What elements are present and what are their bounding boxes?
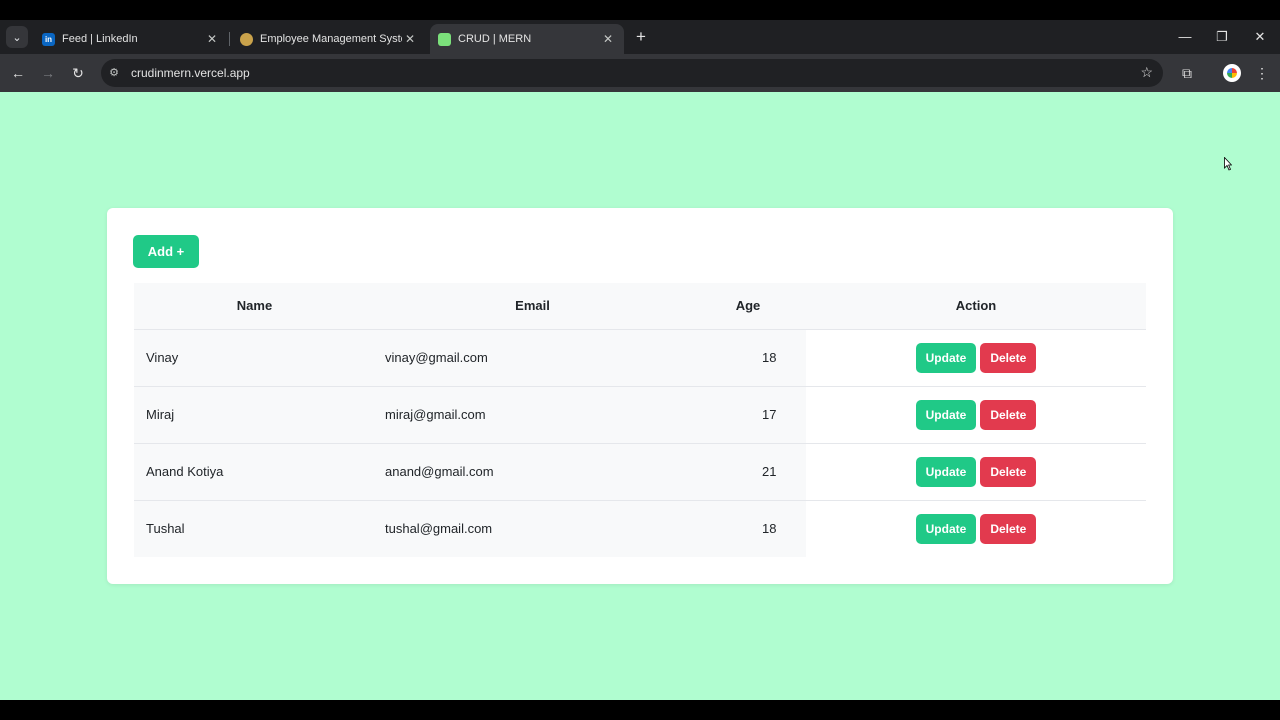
back-arrow-icon[interactable]: ← <box>8 63 28 83</box>
cell-email: miraj@gmail.com <box>375 386 690 444</box>
update-button[interactable]: Update <box>915 342 977 373</box>
cell-action: Update Delete <box>806 500 1146 557</box>
minimize-icon[interactable]: — <box>1175 27 1195 47</box>
green-square-icon <box>438 32 451 46</box>
header-name: Name <box>134 283 375 330</box>
more-menu-icon[interactable]: ⋮ <box>1252 63 1272 83</box>
close-icon[interactable]: ✕ <box>402 32 418 46</box>
window-close-icon[interactable]: ✕ <box>1250 27 1270 47</box>
tab-separator <box>229 32 230 46</box>
add-button[interactable]: Add + <box>133 235 199 268</box>
table-row: Vinay vinay@gmail.com 18 Update Delete <box>134 329 1146 387</box>
cell-name: Tushal <box>134 500 375 557</box>
mouse-cursor-icon <box>1224 157 1232 171</box>
site-settings-icon[interactable]: ⚙ <box>107 66 121 80</box>
users-table: Name Email Age Action Vinay vinay@gmail.… <box>134 283 1146 557</box>
delete-button[interactable]: Delete <box>980 456 1037 487</box>
tab-strip: ⌄ in Feed | LinkedIn ✕ Employee Manageme… <box>0 20 1280 54</box>
forward-arrow-icon[interactable]: → <box>38 63 58 83</box>
url-text: crudinmern.vercel.app <box>131 66 250 80</box>
header-email: Email <box>375 283 690 330</box>
cell-age: 17 <box>690 386 806 444</box>
delete-button[interactable]: Delete <box>980 342 1037 373</box>
cell-name: Miraj <box>134 386 375 444</box>
update-button[interactable]: Update <box>915 399 977 430</box>
delete-button[interactable]: Delete <box>980 513 1037 544</box>
table-row: Tushal tushal@gmail.com 18 Update Delete <box>134 500 1146 557</box>
header-age: Age <box>690 283 806 330</box>
user-icon <box>240 32 253 46</box>
cell-age: 21 <box>690 443 806 501</box>
close-icon[interactable]: ✕ <box>600 32 616 46</box>
cell-age: 18 <box>690 500 806 557</box>
profile-avatar-icon[interactable] <box>1223 64 1241 82</box>
table-row: Miraj miraj@gmail.com 17 Update Delete <box>134 386 1146 444</box>
tab-employee-management[interactable]: Employee Management System ✕ <box>232 24 426 54</box>
update-button[interactable]: Update <box>915 513 977 544</box>
tab-search-icon[interactable]: ⌄ <box>6 26 28 48</box>
reload-icon[interactable]: ↻ <box>68 63 88 83</box>
tab-title: Employee Management System <box>260 33 402 45</box>
new-tab-icon[interactable]: + <box>632 28 650 46</box>
cell-email: anand@gmail.com <box>375 443 690 501</box>
close-icon[interactable]: ✕ <box>204 32 220 46</box>
tab-crud-mern[interactable]: CRUD | MERN ✕ <box>430 24 624 54</box>
cell-email: vinay@gmail.com <box>375 329 690 387</box>
cell-action: Update Delete <box>806 443 1146 501</box>
linkedin-icon: in <box>42 32 55 46</box>
extensions-icon[interactable]: ⧉ <box>1177 63 1197 83</box>
table-row: Anand Kotiya anand@gmail.com 21 Update De… <box>134 443 1146 501</box>
browser-toolbar: ← → ↻ ⚙ crudinmern.vercel.app ☆ ⧉ ⋮ <box>0 54 1280 92</box>
browser-window: ⌄ in Feed | LinkedIn ✕ Employee Manageme… <box>0 20 1280 700</box>
table-header-row: Name Email Age Action <box>134 283 1146 330</box>
screen-frame: ⌄ in Feed | LinkedIn ✕ Employee Manageme… <box>0 0 1280 720</box>
restore-icon[interactable]: ❐ <box>1212 27 1232 47</box>
tab-title: Feed | LinkedIn <box>62 33 138 45</box>
cell-action: Update Delete <box>806 386 1146 444</box>
cell-name: Anand Kotiya <box>134 443 375 501</box>
page-content: Add + Name Email Age Action Vinay vinay@… <box>0 92 1280 700</box>
tab-title: CRUD | MERN <box>458 33 532 45</box>
cell-name: Vinay <box>134 329 375 387</box>
tab-linkedin[interactable]: in Feed | LinkedIn ✕ <box>34 24 228 54</box>
header-action: Action <box>806 283 1146 330</box>
cell-action: Update Delete <box>806 329 1146 387</box>
update-button[interactable]: Update <box>915 456 977 487</box>
cell-age: 18 <box>690 329 806 387</box>
delete-button[interactable]: Delete <box>980 399 1037 430</box>
address-bar[interactable]: ⚙ crudinmern.vercel.app ☆ <box>101 59 1163 87</box>
cell-email: tushal@gmail.com <box>375 500 690 557</box>
users-card: Add + Name Email Age Action Vinay vinay@… <box>107 208 1173 584</box>
bookmark-star-icon[interactable]: ☆ <box>1140 64 1153 81</box>
